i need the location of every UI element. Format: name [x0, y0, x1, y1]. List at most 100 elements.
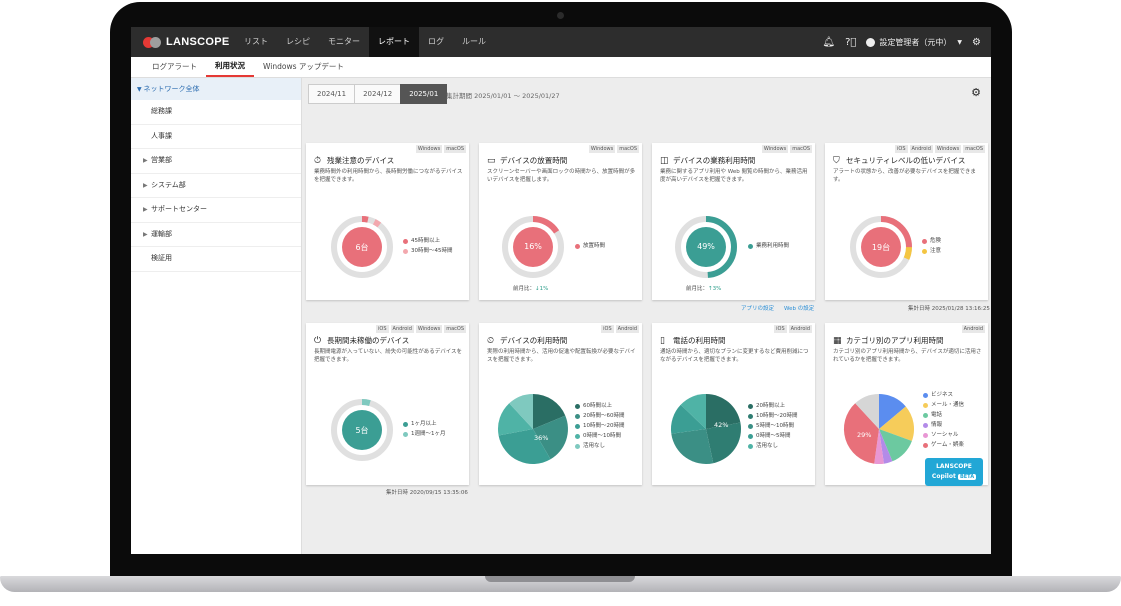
legend-dot — [403, 431, 408, 437]
card-chart — [502, 216, 564, 278]
card-idle-time[interactable]: Windows macOS ▭ デバイスの放置時間 スクリーンセーバーや画面ロックの… — [479, 143, 642, 300]
month-tab[interactable]: 2024/11 — [308, 84, 356, 104]
sidebar-item[interactable]: ▶ 営業部 — [131, 149, 301, 174]
shield-icon: ⛉ — [833, 155, 840, 166]
legend-label: 10時間～20時間 — [756, 413, 798, 419]
monitor-icon: ▭ — [487, 155, 496, 166]
legend-label: 60時間以上 — [583, 403, 612, 409]
legend-label: ソーシャル — [931, 432, 959, 438]
legend-label: 危険 — [930, 238, 942, 244]
sidebar-item[interactable]: ▶ サポートセンター — [131, 198, 301, 223]
donut-value: 19台 — [871, 243, 891, 252]
os-tags: Windows macOS — [587, 145, 639, 153]
legend-label: 活用なし — [756, 443, 779, 449]
legend-label: 1週間～1ヶ月 — [411, 431, 446, 437]
copilot-button[interactable]: LANSCOPE Copilot BETA — [925, 458, 983, 486]
legend-label: 5時間～10時間 — [756, 423, 794, 429]
month-tab[interactable]: 2025/01 — [400, 84, 448, 104]
user-menu[interactable]: 設定管理者（元中） ▼ — [866, 37, 962, 48]
legend: 45時間以上 30時間～45時間 — [403, 236, 453, 256]
os-tag: macOS — [444, 325, 466, 333]
apps-icon: ▦ — [833, 335, 842, 346]
os-tag: Android — [909, 145, 933, 153]
os-tag: Windows — [934, 145, 962, 153]
legend-label: 20時間～60時間 — [583, 413, 625, 419]
tab-windows-update[interactable]: Windows アップデート — [254, 57, 353, 77]
card-title-text: 長期間未稼働のデバイス — [327, 336, 410, 345]
copilot-label: LANSCOPE — [936, 463, 972, 470]
legend-dot — [922, 248, 927, 254]
nav-item-monitor[interactable]: モニター — [319, 27, 369, 57]
card-title-text: セキュリティレベルの低いデバイス — [846, 156, 966, 165]
gear-icon[interactable]: ⚙ — [971, 86, 981, 99]
tab-usage[interactable]: 利用状況 — [206, 57, 254, 77]
nav-item-rule[interactable]: ルール — [453, 27, 495, 57]
chevron-right-icon: ▶ — [143, 230, 148, 238]
nav-item-recipe[interactable]: レシピ — [277, 27, 319, 57]
legend-item: 0時間～10時間 — [575, 431, 625, 441]
card-desc: 通話の時間から、適切なプランに変更するなど費用削減につながるデバイスを把握できま… — [660, 349, 809, 363]
nav-item-report[interactable]: レポート — [369, 27, 419, 57]
os-tag: Windows — [415, 325, 443, 333]
logo[interactable]: LANSCOPE — [143, 36, 230, 48]
legend-item: 30時間～45時間 — [403, 246, 453, 256]
top-bar: LANSCOPE リスト レシピ モニター レポート ログ ルール 🔔︎ ?⃝ … — [131, 27, 991, 57]
sidebar-head[interactable]: ▼ ネットワーク全体 — [131, 78, 301, 100]
overtime-icon: ⏱ — [314, 155, 322, 166]
card-business-time[interactable]: Windows macOS ◫ デバイスの業務利用時間 業務に関するアプリ利用や W… — [652, 143, 815, 300]
compare-value: ↑3% — [708, 286, 722, 292]
sidebar-item[interactable]: 人事課 — [131, 125, 301, 149]
card-desc: 業務に関するアプリ利用や Web 閲覧の時間から、業務活用度が高いデバイスを把握… — [660, 169, 808, 183]
bell-icon[interactable]: 🔔︎ — [822, 37, 835, 48]
card-overtime[interactable]: Windows macOS ⏱ 残業注意のデバイス 業務時間外の利用時間から、長時間… — [306, 143, 469, 300]
os-tag: macOS — [790, 145, 812, 153]
gear-icon[interactable]: ⚙ — [972, 37, 981, 48]
usage-icon: ⏲ — [487, 335, 495, 346]
power-icon: ⏻ — [314, 335, 322, 346]
legend: 放置時間 — [575, 241, 605, 251]
help-icon[interactable]: ?⃝ — [845, 37, 856, 48]
os-tags: Windows macOS — [760, 145, 812, 153]
pie-value: 36% — [534, 434, 549, 442]
app-settings-link[interactable]: アプリの設定 — [741, 304, 774, 312]
legend-item: 10時間～20時間 — [575, 421, 625, 431]
card-device-usage[interactable]: iOS Android ⏲ デバイスの利用時間 実際の利用時間から、活用の促進や配置… — [479, 323, 642, 485]
phone-icon: ▯ — [660, 335, 665, 346]
chevron-right-icon: ▶ — [143, 181, 148, 189]
pie-value: 29% — [857, 431, 872, 439]
month-tab[interactable]: 2024/12 — [354, 84, 402, 104]
os-tag: Android — [788, 325, 812, 333]
card-phone-usage[interactable]: iOS Android ▯ 電話の利用時間 通話の時間から、適切なプランに変更するな… — [652, 323, 815, 485]
sidebar-item[interactable]: 総務課 — [131, 100, 301, 125]
donut-value: 49% — [697, 242, 715, 251]
compare-label: 前月比： — [513, 286, 536, 292]
sidebar-item[interactable]: ▶ 運輸部 — [131, 223, 301, 247]
card-security-level[interactable]: iOS Android Windows macOS ⛉ セキュリティレベルの低いデバイス… — [825, 143, 988, 300]
card-title: ▦ カテゴリ別のアプリ利用時間 — [833, 335, 944, 346]
card-inactive-devices[interactable]: iOS Android Windows macOS ⏻ 長期間未稼働のデバイス 長期間電… — [306, 323, 469, 485]
legend-dot — [922, 238, 927, 244]
nav-item-log[interactable]: ログ — [419, 27, 453, 57]
main-panel: 2024/11 2024/12 2025/01 集計期間 2025/01/01 … — [302, 78, 991, 554]
legend-item: 1ヶ月以上 — [403, 419, 446, 429]
copilot-label-2: Copilot — [931, 473, 956, 480]
sidebar-item[interactable]: ▶ システム部 — [131, 174, 301, 198]
card-chart — [850, 216, 912, 278]
card-title-text: 電話の利用時間 — [673, 336, 726, 345]
web-settings-link[interactable]: Web の設定 — [784, 304, 814, 312]
legend-item: 20時間～60時間 — [575, 411, 625, 421]
legend-item: ビジネス — [923, 390, 964, 400]
legend-dot — [575, 423, 580, 429]
sub-tabs: ログアラート 利用状況 Windows アップデート — [131, 57, 991, 78]
os-tag: iOS — [376, 325, 389, 333]
legend-item: ソーシャル — [923, 430, 964, 440]
legend-dot — [923, 412, 928, 418]
card-desc: スクリーンセーバーや画面ロックの時間から、放置時間が多いデバイスを把握します。 — [487, 169, 636, 183]
legend-item: 1週間～1ヶ月 — [403, 429, 446, 439]
nav-item-list[interactable]: リスト — [235, 27, 277, 57]
sidebar-item[interactable]: 検証用 — [131, 247, 301, 272]
tab-log-alert[interactable]: ログアラート — [143, 57, 206, 77]
logo-mark-icon-2 — [150, 36, 161, 48]
card-title-text: カテゴリ別のアプリ利用時間 — [846, 336, 944, 345]
legend-label: 情報 — [931, 422, 943, 428]
